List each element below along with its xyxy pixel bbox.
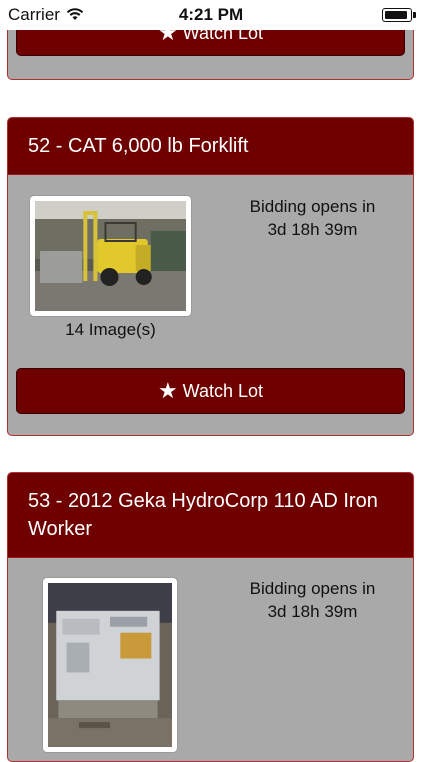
lot-title[interactable]: 52 - CAT 6,000 lb Forklift xyxy=(8,118,413,175)
watch-lot-label: Watch Lot xyxy=(182,380,264,401)
battery-icon xyxy=(382,8,416,22)
bidding-label: Bidding opens in xyxy=(249,579,376,598)
star-icon: ★ xyxy=(157,378,178,403)
bidding-status: Bidding opens in 3d 18h 39m xyxy=(220,577,405,623)
lot-title[interactable]: 53 - 2012 Geka HydroCorp 110 AD Iron Wor… xyxy=(8,473,413,558)
lot-card[interactable]: 53 - 2012 Geka HydroCorp 110 AD Iron Wor… xyxy=(7,472,414,762)
bidding-status: Bidding opens in 3d 18h 39m xyxy=(220,195,405,241)
watch-lot-button[interactable]: ★ Watch Lot xyxy=(16,368,405,414)
lot-thumbnail[interactable] xyxy=(42,577,178,753)
bidding-countdown: 3d 18h 39m xyxy=(267,220,358,239)
bidding-label: Bidding opens in xyxy=(249,197,376,216)
lot-card[interactable]: 52 - CAT 6,000 lb Forklift 14 Image(s) B… xyxy=(7,117,414,436)
forklift-photo xyxy=(35,201,186,311)
iron-worker-photo xyxy=(48,583,172,747)
bidding-countdown: 3d 18h 39m xyxy=(267,602,358,621)
clock: 4:21 PM xyxy=(178,5,244,24)
status-bar: Carrier 4:21 PM xyxy=(0,0,422,30)
image-count[interactable]: 14 Image(s) xyxy=(29,320,192,340)
lot-thumbnail[interactable] xyxy=(29,195,192,317)
lot-list[interactable]: ★ Watch Lot 52 - CAT 6,000 lb Forklift 1… xyxy=(0,0,422,762)
